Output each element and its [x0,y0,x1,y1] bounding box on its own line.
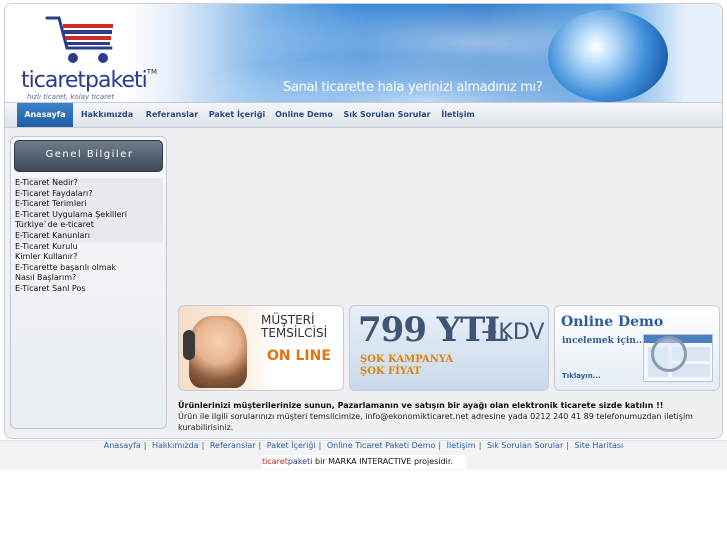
sidebar-link[interactable]: E-Ticaret Faydaları? [15,188,163,200]
footer-separator: | [438,441,442,450]
footer-separator: | [258,441,262,450]
price-tax-label: +KDV [480,320,545,345]
footer-separator: | [143,441,147,450]
rep-line2: TEMSİLCİSİ [261,326,328,340]
footer-separator: | [201,441,205,450]
intro-body: Ürün ile ilgili sorularınızı müşteri tem… [178,412,693,432]
campaign-text: ŞOK KAMPANYA ŞOK FİYAT [360,354,453,378]
demo-title: Online Demo [561,314,664,330]
sidebar-header: Genel Bilgiler [14,140,163,172]
sidebar-link[interactable]: E-Ticaret Terimleri [15,199,163,210]
nav-item-sss[interactable]: Sık Sorulan Sorular [341,103,433,127]
credit-text: bir MARKA INTERACTIVE projesidir. [312,457,453,466]
logo[interactable]: ticaretpaketiTM [21,68,157,93]
sidebar-link[interactable]: E-Ticaret Kurulu [15,242,163,253]
logo-trademark: TM [146,68,158,76]
credit-brand-part1: ticaret [262,457,288,466]
footer-link-anasayfa[interactable]: Anasayfa [104,441,141,450]
footer-link-paket-icerigi[interactable]: Paket İçeriği [267,441,316,450]
footer-separator: | [318,441,322,450]
sidebar-link[interactable]: E-Ticaret Uygulama Şekilleri [15,209,163,221]
globe-image [548,10,668,102]
sidebar-link[interactable]: E-Ticaret Nedir? [15,178,163,189]
intro-headline: Ürünlerinizi müşterilerinize sunun, Paza… [178,401,664,410]
main-nav: Anasayfa Hakkımızda Referanslar Paket İç… [5,102,722,128]
footer-link-site-haritasi[interactable]: Site Haritası [574,441,623,450]
footer-link-sss[interactable]: Sık Sorulan Sorular [487,441,563,450]
rep-title: MÜŞTERİ TEMSİLCİSİ [261,314,327,340]
representative-photo [189,316,247,388]
footer-link-iletisim[interactable]: İletişim [447,441,476,450]
nav-item-hakkimizda[interactable]: Hakkımızda [77,103,137,127]
footer-separator: | [566,441,569,450]
campaign-line1: ŞOK KAMPANYA [360,354,454,365]
header-slogan: Sanal ticarette hala yerinizi almadınız … [283,80,543,95]
nav-item-iletisim[interactable]: İletişim [437,103,479,127]
sidebar-link[interactable]: E-Ticaret Sanl Pos [15,284,163,295]
main-content: MÜŞTERİ TEMSİLCİSİ ON LINE 799 YTL +KDV … [173,134,722,434]
credit-brand-part2: paketi [287,457,313,466]
sidebar-title: Genel Bilgiler [45,149,134,160]
nav-item-anasayfa[interactable]: Anasayfa [17,103,73,127]
demo-subtitle: incelemek için... [562,336,646,346]
footer-link-demo[interactable]: Online Ticaret Paketi Demo [327,441,436,450]
sidebar-link[interactable]: Nasıl Başlarım? [15,273,163,284]
campaign-line2: ŞOK FİYAT [360,366,422,377]
online-demo-banner[interactable]: Online Demo incelemek için... Tıklayın..… [554,305,720,391]
customer-rep-banner[interactable]: MÜŞTERİ TEMSİLCİSİ ON LINE [178,305,344,391]
sidebar-link[interactable]: E-Ticaret Kanunları [15,230,163,242]
logo-tagline: hızlı ticaret, kolay ticaret [27,93,115,101]
footer-nav: Anasayfa | Hakkımızda | Referanslar | Paket… [0,441,727,455]
nav-item-online-demo[interactable]: Online Demo [271,103,337,127]
sidebar-link[interactable]: Türkiye`de e-ticaret [15,220,163,231]
logo-text: ticaretpaketi [21,68,148,93]
rep-online-label: ON LINE [267,348,331,364]
sidebar-link[interactable]: E-Ticarette başarılı olmak [15,263,163,274]
price-campaign-banner[interactable]: 799 YTL +KDV ŞOK KAMPANYA ŞOK FİYAT [349,305,549,391]
header-banner: ticaretpaketiTM hızlı ticaret, kolay tic… [5,4,722,102]
demo-click-label: Tıklayın... [562,372,601,380]
sidebar: Genel Bilgiler E-Ticaret Nedir? E-Ticare… [10,136,167,429]
page-frame: ticaretpaketiTM hızlı ticaret, kolay tic… [4,3,723,439]
nav-item-referanslar[interactable]: Referanslar [141,103,203,127]
footer-credit[interactable]: ticaretpaketi bir MARKA INTERACTIVE proj… [262,455,466,469]
footer-separator: | [478,441,482,450]
sidebar-link[interactable]: Kimler Kullanır? [15,252,163,263]
intro-text: Ürünlerinizi müşterilerinize sunun, Paza… [178,400,718,433]
magnifier-icon [651,336,687,372]
headset-icon [183,330,195,360]
footer-link-referanslar[interactable]: Referanslar [210,441,256,450]
shopping-cart-icon [45,16,113,63]
nav-item-paket-icerigi[interactable]: Paket İçeriği [207,103,267,127]
footer-link-hakkimizda[interactable]: Hakkımızda [152,441,199,450]
sidebar-links: E-Ticaret Nedir? E-Ticaret Faydaları? E-… [15,178,163,295]
